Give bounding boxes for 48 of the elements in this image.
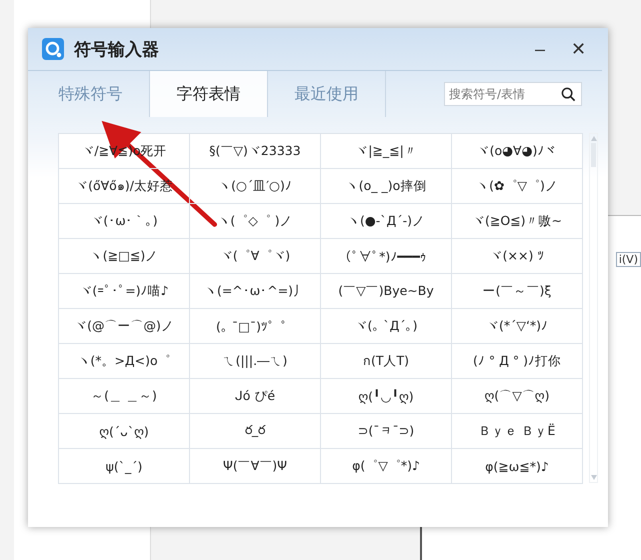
emoticon-cell[interactable]: ヽ(*。>Д<)o゜: [59, 344, 190, 379]
search-field[interactable]: 搜索符号/表情: [444, 82, 582, 106]
emoticon-cell[interactable]: ψ(ˋ_ˊ): [59, 449, 190, 484]
emoticon-cell[interactable]: ヽ(゜◇゜ )ノ: [190, 204, 321, 239]
emoticon-cell[interactable]: ヽ(●-`Д´-)ノ: [321, 204, 452, 239]
emoticon-cell[interactable]: ～(＿ ＿～): [59, 379, 190, 414]
emoticon-cell[interactable]: ღ(´ᴗ`ღ): [59, 414, 190, 449]
emoticon-cell[interactable]: ヾ(@⌒ー⌒@)ノ: [59, 309, 190, 344]
emoticon-cell[interactable]: ヾ(ő∀ő๑)/太好惹: [59, 169, 190, 204]
tab[interactable]: 字符表情: [150, 71, 268, 117]
emoticon-cell[interactable]: ヾ(≧O≦)〃嗷~: [452, 204, 583, 239]
minimize-button[interactable]: –: [530, 38, 549, 60]
emoticon-cell[interactable]: (￣▽￣)Bye~By: [321, 274, 452, 309]
emoticon-cell[interactable]: (ﾉ ° Д ° )ﾉ打你: [452, 344, 583, 379]
background-text: i(V): [616, 252, 641, 267]
app-logo-icon: [42, 38, 64, 60]
emoticon-cell[interactable]: ⊃(¯ᆿ¯⊃): [321, 414, 452, 449]
emoticon-cell[interactable]: ヽ(✿゜▽゜)ノ: [452, 169, 583, 204]
scrollbar[interactable]: [589, 133, 598, 483]
emoticon-cell[interactable]: ᒍó ぴé: [190, 379, 321, 414]
emoticon-cell[interactable]: ヾ(･ω･｀｡): [59, 204, 190, 239]
emoticon-cell[interactable]: ヽ(○´皿′○)ﾉ: [190, 169, 321, 204]
emoticon-cell[interactable]: ヾ(｡ `Д´｡): [321, 309, 452, 344]
emoticon-cell[interactable]: ヽ(≧□≦)ノ: [59, 239, 190, 274]
emoticon-cell[interactable]: ヽ(=^･ω･^=)丿: [190, 274, 321, 309]
emoticon-cell[interactable]: Ｂｙｅ ＢｙË: [452, 414, 583, 449]
emoticon-cell[interactable]: ღ(⌒▽⌒ღ): [452, 379, 583, 414]
emoticon-cell[interactable]: ー(￣～￣)ξ: [452, 274, 583, 309]
emoticon-cell[interactable]: ก(T人T): [321, 344, 452, 379]
emoticon-cell[interactable]: φ(≧ω≦*)♪: [452, 449, 583, 484]
emoticon-cell[interactable]: (ﾟ∀ﾟ*)ﾉ━━━ｩ: [321, 239, 452, 274]
emoticon-cell[interactable]: ヾ(××) ﾂ: [452, 239, 583, 274]
emoticon-cell[interactable]: ヾ(*´▽‘*)ﾉ: [452, 309, 583, 344]
emoticon-cell[interactable]: ర_ర: [190, 414, 321, 449]
window-title: 符号输入器: [74, 38, 160, 60]
emoticon-cell[interactable]: (｡ ¯□¯)ﾂ゜゜: [190, 309, 321, 344]
emoticon-cell[interactable]: Ψ(￣∀￣)Ψ: [190, 449, 321, 484]
emoticon-cell[interactable]: ヾ(o◕∀◕)ﾉヾ: [452, 134, 583, 169]
emoticon-cell[interactable]: ヾ|≧_≦|〃: [321, 134, 452, 169]
emoticon-cell[interactable]: ヽ(o_ _)o摔倒: [321, 169, 452, 204]
emoticon-cell[interactable]: ヾ(=ﾟ･ﾟ=)ﾉ喵♪: [59, 274, 190, 309]
emoticon-cell[interactable]: §(￣▽)ヾ23333: [190, 134, 321, 169]
emoticon-cell[interactable]: ღ(╹◡╹ღ): [321, 379, 452, 414]
emoticon-cell[interactable]: ㄟ(|||.―ㄟ): [190, 344, 321, 379]
emoticon-cell[interactable]: φ(゜▽゜*)♪: [321, 449, 452, 484]
emoticon-cell[interactable]: ヾ(゜∀゜ヾ): [190, 239, 321, 274]
close-button[interactable]: ✕: [567, 38, 590, 60]
search-icon: [561, 87, 576, 102]
